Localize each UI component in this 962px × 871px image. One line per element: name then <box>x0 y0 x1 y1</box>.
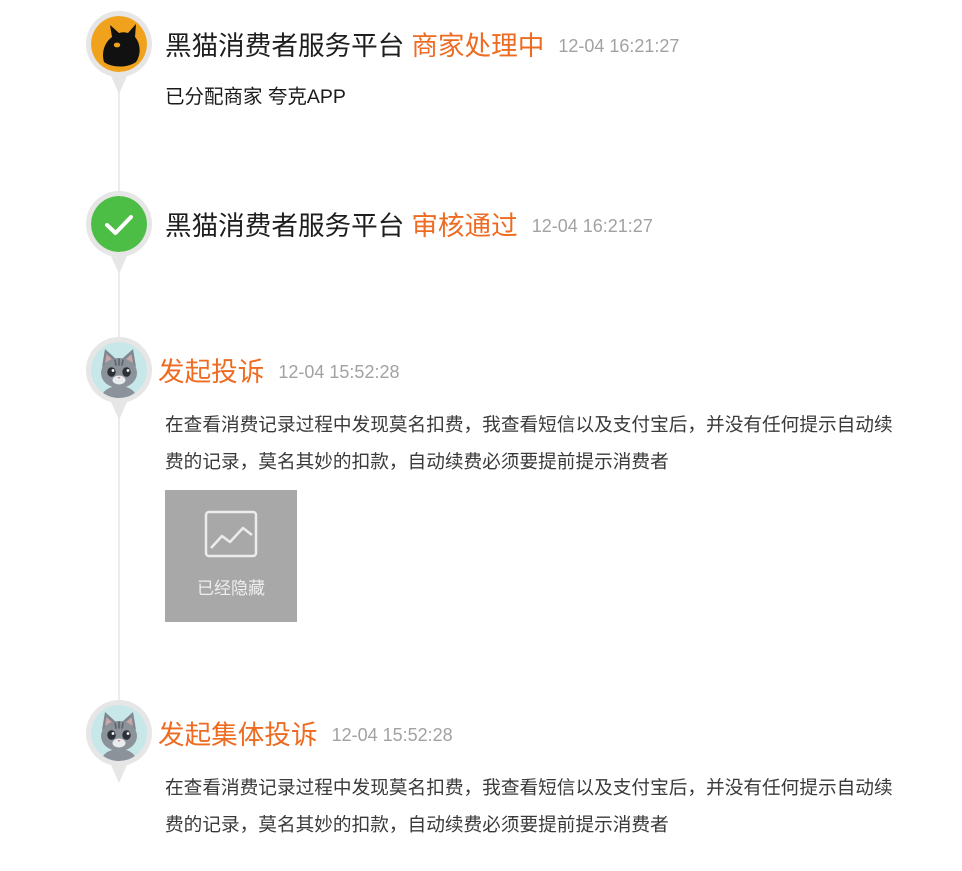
status-label: 发起集体投诉 <box>158 720 318 750</box>
attachment-label: 已经隐藏 <box>197 579 265 598</box>
check-icon <box>91 196 147 252</box>
entry-header: 黑猫消费者服务平台 商家处理中 12-04 16:21:27 <box>165 30 679 62</box>
status-label: 发起投诉 <box>158 357 265 387</box>
timestamp: 12-04 16:21:27 <box>558 36 680 56</box>
timeline-entry: 黑猫消费者服务平台 商家处理中 12-04 16:21:27 已分配商家 夸克A… <box>0 11 962 108</box>
timestamp: 12-04 15:52:28 <box>331 725 453 745</box>
complaint-text: 在查看消费记录过程中发现莫名扣费，我查看短信以及支付宝后，并没有任何提示自动续费… <box>165 414 893 472</box>
avatar-pin <box>86 11 152 94</box>
status-label: 审核通过 <box>411 211 518 241</box>
timeline-entry: 发起集体投诉 12-04 15:52:28 在查看消费记录过程中发现莫名扣费，我… <box>0 700 962 835</box>
complaint-text: 在查看消费记录过程中发现莫名扣费，我查看短信以及支付宝后，并没有任何提示自动续费… <box>165 777 893 835</box>
black-cat-logo <box>91 16 147 72</box>
avatar-pin <box>86 191 152 274</box>
timeline-entry: 发起投诉 12-04 15:52:28 在查看消费记录过程中发现莫名扣费，我查看… <box>0 337 962 622</box>
avatar-pin <box>86 337 152 420</box>
author-name: 黑猫消费者服务平台 <box>165 211 405 241</box>
hidden-image-attachment: 已经隐藏 <box>165 490 297 622</box>
entry-header: 发起投诉 12-04 15:52:28 <box>158 356 399 388</box>
author-name: 黑猫消费者服务平台 <box>165 31 405 61</box>
timestamp: 12-04 16:21:27 <box>531 216 653 236</box>
cat-avatar <box>91 705 147 761</box>
cat-avatar <box>91 342 147 398</box>
entry-header: 发起集体投诉 12-04 15:52:28 <box>158 719 453 751</box>
entry-content: 已分配商家 夸克APP <box>165 86 346 108</box>
status-label: 商家处理中 <box>411 31 545 61</box>
avatar-pin <box>86 700 152 783</box>
timestamp: 12-04 15:52:28 <box>278 362 400 382</box>
entry-header: 黑猫消费者服务平台 审核通过 12-04 16:21:27 <box>165 210 653 242</box>
image-icon <box>204 510 258 558</box>
timeline-entry: 黑猫消费者服务平台 审核通过 12-04 16:21:27 <box>0 191 962 274</box>
